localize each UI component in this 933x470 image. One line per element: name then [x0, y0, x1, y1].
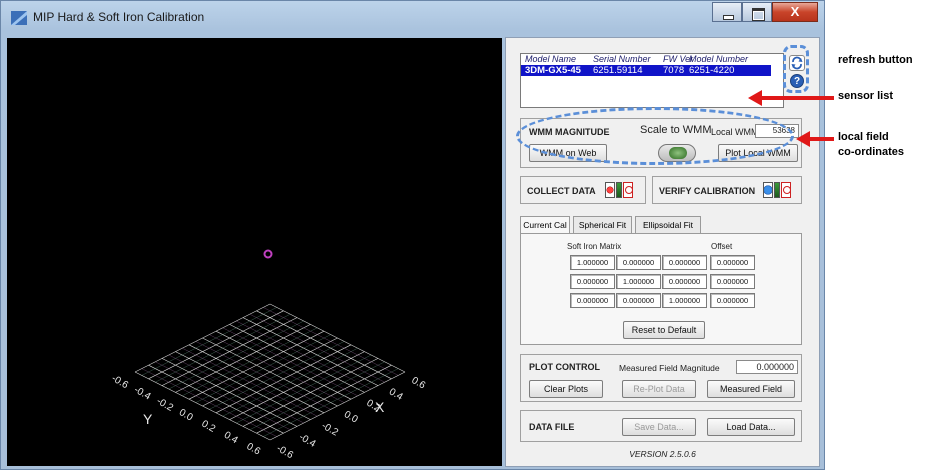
- matrix-cell-r1c2[interactable]: 0.000000: [616, 255, 661, 270]
- plot-control-title: PLOT CONTROL: [529, 362, 600, 372]
- stop-collect-icon[interactable]: [623, 182, 633, 198]
- matrix-cell-r3c1[interactable]: 0.000000: [570, 293, 615, 308]
- load-data-button[interactable]: Load Data...: [707, 418, 795, 436]
- x-tick-label-0: 0.6: [410, 375, 428, 392]
- offset-cell-1[interactable]: 0.000000: [710, 255, 755, 270]
- collect-indicator-icon: [616, 182, 622, 198]
- data-file-group: DATA FILE Save Data... Load Data...: [520, 410, 802, 442]
- collect-data-label: COLLECT DATA: [527, 186, 596, 196]
- x-axis-label: X: [375, 399, 385, 415]
- maximize-button[interactable]: [742, 2, 772, 22]
- plot-control-group: PLOT CONTROL Measured Field Magnitude 0.…: [520, 354, 802, 402]
- sensor-model-name: 3DM-GX5-45: [525, 65, 581, 76]
- tab-ellipsoidal-fit[interactable]: Ellipsoidal Fit: [635, 216, 701, 234]
- minimize-button[interactable]: [712, 2, 742, 22]
- y-tick-label-4: 0.2: [200, 418, 218, 435]
- replot-data-button[interactable]: Re-Plot Data: [622, 380, 696, 398]
- sensor-list-header: Model Name Serial Number FW VerModel Numbe…: [521, 54, 783, 65]
- y-tick-label-6: 0.6: [245, 441, 263, 458]
- stop-verify-icon[interactable]: [781, 182, 791, 198]
- measured-field-button[interactable]: Measured Field: [707, 380, 795, 398]
- record-icon[interactable]: [605, 182, 615, 198]
- sensor-list[interactable]: Model Name Serial Number FW VerModel Numbe…: [520, 53, 784, 108]
- annotation-local-field-2: co-ordinates: [838, 146, 905, 158]
- matrix-cell-r2c2[interactable]: 1.000000: [616, 274, 661, 289]
- col-model-number: Model Number: [689, 54, 749, 64]
- tab-spherical-fit[interactable]: Spherical Fit: [573, 216, 632, 234]
- x-tick-label-3: 0.0: [342, 409, 360, 426]
- y-tick-label-0: -0.6: [110, 373, 131, 391]
- collect-data-group: COLLECT DATA: [520, 176, 646, 204]
- sensor-row[interactable]: 3DM-GX5-45 6251.59114 7078 6251-4220: [521, 65, 771, 76]
- sensor-model-number: 6251-4220: [689, 65, 735, 76]
- annotation-sensor-list: sensor list: [838, 90, 894, 102]
- x-tick-label-5: -0.4: [297, 432, 318, 450]
- control-panel: Model Name Serial Number FW VerModel Numbe…: [505, 37, 820, 467]
- offset-cell-3[interactable]: 0.000000: [710, 293, 755, 308]
- col-fw-ver: FW Ver: [663, 54, 694, 64]
- local-field-highlight: [516, 107, 794, 165]
- local-field-arrow: [796, 131, 834, 147]
- play-verify-icon[interactable]: [763, 182, 773, 198]
- 3d-grid: -0.6-0.4-0.20.00.20.40.60.60.40.20.0-0.2…: [110, 249, 428, 461]
- x-tick-label-4: -0.2: [320, 420, 341, 438]
- matrix-cell-r3c3[interactable]: 1.000000: [662, 293, 707, 308]
- data-file-title: DATA FILE: [529, 422, 575, 432]
- verify-indicator-icon: [774, 182, 780, 198]
- 3d-plot-view[interactable]: -0.6 -0.4 -0.2 0.0 0.2 0.4 0.6 0.6 0.4 0.2 0.0 -0.2…: [7, 38, 502, 466]
- window-title: MIP Hard & Soft Iron Calibration: [33, 10, 205, 24]
- sensor-serial: 6251.59114: [593, 65, 643, 76]
- verify-calibration-label: VERIFY CALIBRATION: [659, 186, 756, 196]
- version-label: VERSION 2.5.0.6: [629, 449, 696, 459]
- title-bar[interactable]: MIP Hard & Soft Iron Calibration X: [1, 1, 824, 33]
- sensor-list-arrow: [748, 90, 834, 106]
- app-icon: [11, 11, 27, 25]
- annotation-refresh: refresh button: [838, 54, 913, 66]
- matrix-cell-r2c1[interactable]: 0.000000: [570, 274, 615, 289]
- y-tick-label-5: 0.4: [222, 430, 240, 447]
- y-tick-label-1: -0.4: [132, 384, 153, 402]
- verify-calibration-group: VERIFY CALIBRATION: [652, 176, 802, 204]
- measured-field-magnitude-field[interactable]: 0.000000: [736, 360, 798, 374]
- x-tick-label-1: 0.4: [387, 386, 405, 403]
- y-tick-label-2: -0.2: [155, 396, 176, 414]
- offset-label: Offset: [711, 242, 733, 251]
- soft-iron-matrix-label: Soft Iron Matrix: [567, 242, 622, 251]
- close-button[interactable]: X: [772, 2, 818, 22]
- x-tick-label-6: -0.6: [275, 443, 296, 461]
- matrix-cell-r2c3[interactable]: 0.000000: [662, 274, 707, 289]
- y-axis-label: Y: [143, 411, 153, 427]
- window-controls: X: [712, 2, 818, 22]
- refresh-highlight: [783, 45, 809, 93]
- reset-to-default-button[interactable]: Reset to Default: [623, 321, 705, 339]
- col-model-name: Model Name: [525, 54, 577, 64]
- measured-field-magnitude-label: Measured Field Magnitude: [619, 363, 720, 373]
- matrix-cell-r1c3[interactable]: 0.000000: [662, 255, 707, 270]
- matrix-cell-r3c2[interactable]: 0.000000: [616, 293, 661, 308]
- sensor-fw: 7078: [663, 65, 685, 76]
- calibration-window: MIP Hard & Soft Iron Calibration X -0.6-…: [0, 0, 825, 470]
- matrix-cell-r1c1[interactable]: 1.000000: [570, 255, 615, 270]
- save-data-button[interactable]: Save Data...: [622, 418, 696, 436]
- measured-point: [263, 249, 273, 259]
- offset-cell-2[interactable]: 0.000000: [710, 274, 755, 289]
- current-cal-pane: Soft Iron Matrix Offset 1.000000 0.000000…: [520, 233, 802, 345]
- y-tick-label-3: 0.0: [177, 407, 195, 424]
- clear-plots-button[interactable]: Clear Plots: [529, 380, 603, 398]
- annotation-local-field-1: local field: [838, 131, 889, 143]
- close-icon: X: [790, 4, 800, 19]
- col-serial-number: Serial Number: [593, 54, 651, 64]
